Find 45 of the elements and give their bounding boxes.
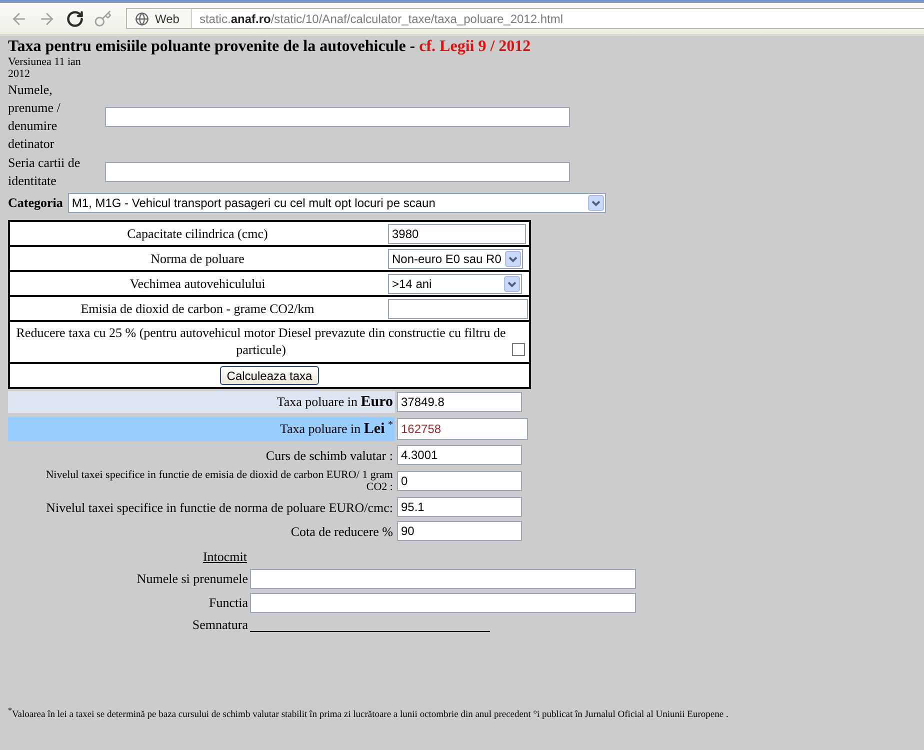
field-label: Vechimea autovehiculului (130, 276, 266, 290)
field-label: Seria cartii de identitate (8, 154, 82, 190)
footnote: $^{*}$Valoarea în lei a taxei se determină pe baza cursului de schimb valutar stabilit în prima zi lucrătoare a lunii octombrie din anul precedent °i publicat în Jurnalul Oficial al Uniunii Europene . (8, 709, 728, 721)
select-field[interactable]: >14 ani (388, 274, 522, 294)
result-label: Taxa poluare in Euro (8, 391, 395, 413)
field-label: Emisia de dioxid de carbon - grame CO2/km (80, 300, 314, 316)
field-label: Norma de poluare (150, 250, 244, 266)
result-field[interactable]: 90 (397, 521, 522, 541)
field-label: Capacitate cilindrica (cmc) (127, 226, 268, 240)
input-field[interactable] (388, 298, 528, 318)
law-reference: cf. Legii 9 / 2012 (419, 38, 531, 55)
reduction-label: Reducere taxa cu 25 % (pentru autovehicul motor Diesel prevazute din constructie cu filtru de particule) (15, 324, 507, 358)
site-label: Web (155, 12, 180, 26)
result-field[interactable]: 0 (397, 471, 522, 491)
globe-icon (135, 12, 149, 26)
input-field[interactable] (250, 569, 636, 589)
category-select[interactable]: M1, M1G - Vehicul transport pasageri cu cel mult opt locuri pe scaun (68, 193, 606, 213)
input-field[interactable] (250, 593, 636, 613)
version-note: Versiunea 11 ian 2012 (8, 56, 82, 80)
reload-icon (66, 10, 84, 28)
field-label: Numele si prenumele (136, 571, 248, 587)
field-label: Numele, prenume / denumire detinator (8, 81, 62, 153)
result-label: Nivelul taxei specifice in functie de norma de poluare EURO/cmc: (45, 498, 394, 516)
key-icon (94, 10, 112, 28)
result-field[interactable]: 37849.8 (397, 392, 522, 412)
calculate-button[interactable]: Calculeaza taxa (220, 366, 320, 385)
checkbox[interactable] (512, 343, 525, 356)
result-field[interactable]: 162758 (397, 418, 528, 440)
url-text: static.anaf.ro/static/10/Anaf/calculator_taxe/taxa_poluare_2012.html (199, 12, 564, 26)
result-label: Nivelul taxei specifice in functie de emisia de dioxid de carbon EURO/ 1 gram CO2 : (44, 469, 394, 493)
field-label: Semnatura (192, 617, 248, 633)
category-label: Categoria (8, 195, 63, 211)
input-field[interactable] (105, 107, 570, 127)
result-label: Cota de reducere % (290, 522, 394, 540)
input-field[interactable] (105, 162, 570, 182)
section-heading: Intocmit (202, 549, 247, 565)
result-field[interactable]: 95.1 (397, 497, 522, 517)
result-label: Curs de schimb valutar : (264, 446, 394, 464)
result-field[interactable]: 4.3001 (397, 445, 522, 465)
select-field[interactable]: Non-euro E0 sau R0 (388, 248, 524, 268)
page-title: Taxa pentru emisiile poluante provenite de la autovehicule - (8, 38, 416, 55)
field-label: Functia (209, 595, 248, 611)
address-bar[interactable]: Web static.anaf.ro/static/10/Anaf/calculator_taxe/taxa_poluare_2012.html (126, 8, 924, 29)
result-label: Taxa poluare in Lei $^{*}$ (8, 417, 395, 441)
input-field[interactable]: 3980 (388, 224, 526, 244)
